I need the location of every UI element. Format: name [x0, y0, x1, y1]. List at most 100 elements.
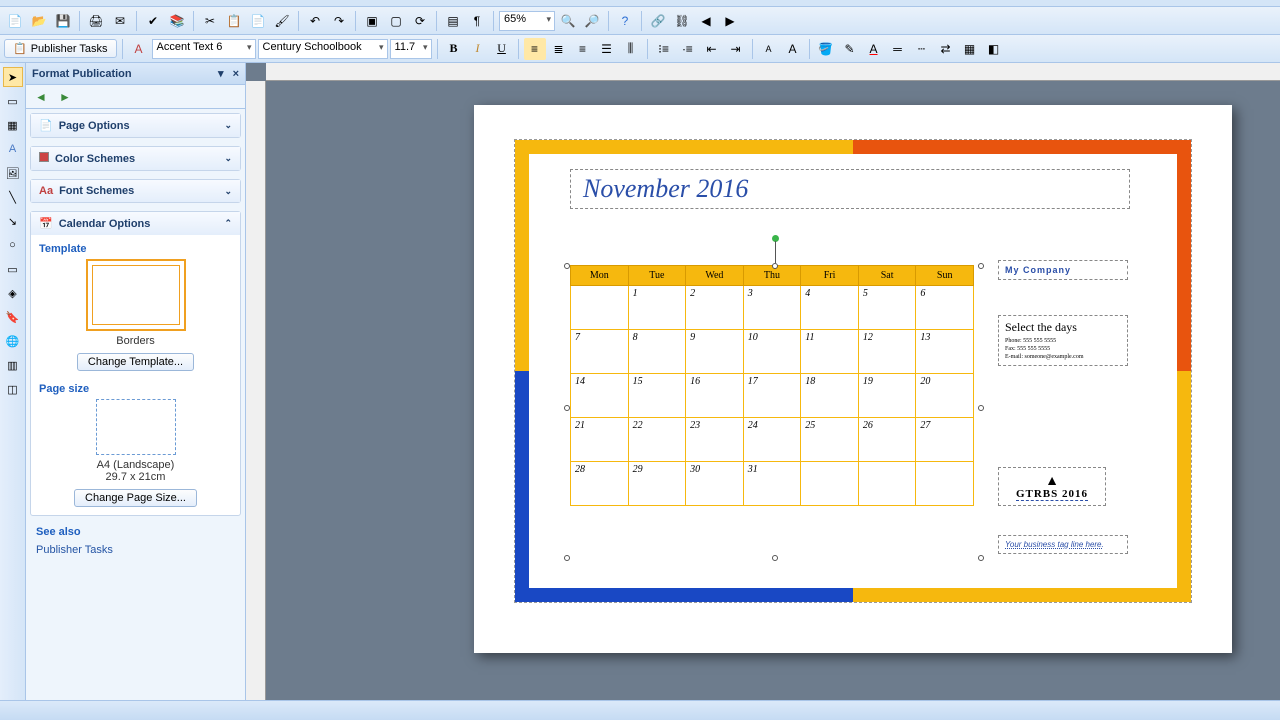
send-back-icon[interactable]: ▢	[385, 10, 407, 32]
selection-handle[interactable]	[564, 555, 570, 561]
calendar-cell[interactable]	[916, 462, 974, 506]
calendar-cell[interactable]: 30	[686, 462, 744, 506]
underline-button[interactable]: U	[491, 38, 513, 60]
calendar-cell[interactable]: 26	[858, 418, 916, 462]
calendar-cell[interactable]: 6	[916, 286, 974, 330]
research-icon[interactable]: 📚	[166, 10, 188, 32]
item-icon[interactable]: ◫	[3, 379, 23, 399]
calendar-cell[interactable]: 1	[628, 286, 686, 330]
calendar-cell[interactable]: 9	[686, 330, 744, 374]
calendar-cell[interactable]	[801, 462, 859, 506]
arrow-style-icon[interactable]: ⇄	[935, 38, 957, 60]
calendar-cell[interactable]: 17	[743, 374, 801, 418]
change-pagesize-button[interactable]: Change Page Size...	[74, 489, 197, 507]
calendar-table[interactable]: MonTueWedThuFriSatSun 123456789101112131…	[570, 265, 974, 506]
open-icon[interactable]: 📂	[28, 10, 50, 32]
distribute-icon[interactable]: ⫼	[620, 38, 642, 60]
calendar-cell[interactable]: 11	[801, 330, 859, 374]
selection-handle[interactable]	[978, 555, 984, 561]
pagesize-thumbnail[interactable]	[96, 399, 176, 455]
next-textbox-icon[interactable]: ▶	[719, 10, 741, 32]
prev-textbox-icon[interactable]: ◀	[695, 10, 717, 32]
line-icon[interactable]: ╲	[3, 187, 23, 207]
styles-icon[interactable]: A	[128, 38, 150, 60]
calendar-cell[interactable]: 10	[743, 330, 801, 374]
align-left-icon[interactable]: ≡	[524, 38, 546, 60]
bullets-icon[interactable]: ∙≡	[677, 38, 699, 60]
font-color-icon[interactable]: A	[863, 38, 885, 60]
spell-icon[interactable]: ✔	[142, 10, 164, 32]
break-link-icon[interactable]: ⛓	[671, 10, 693, 32]
publisher-tasks-link[interactable]: Publisher Tasks	[36, 542, 235, 558]
calendar-cell[interactable]: 29	[628, 462, 686, 506]
calendar-cell[interactable]: 18	[801, 374, 859, 418]
font-schemes-section[interactable]: Aa Font Schemes ⌄	[30, 179, 241, 203]
redo-icon[interactable]: ↷	[328, 10, 350, 32]
change-template-button[interactable]: Change Template...	[77, 353, 194, 371]
dec-indent-icon[interactable]: ⇤	[701, 38, 723, 60]
selection-handle[interactable]	[564, 405, 570, 411]
inc-indent-icon[interactable]: ⇥	[725, 38, 747, 60]
calendar-cell[interactable]: 22	[628, 418, 686, 462]
inc-font-icon[interactable]: A	[782, 38, 804, 60]
columns-icon[interactable]: ▤	[442, 10, 464, 32]
bring-front-icon[interactable]: ▣	[361, 10, 383, 32]
picture-icon[interactable]: 🖼	[3, 163, 23, 183]
autoshapes-icon[interactable]: ◈	[3, 283, 23, 303]
bold-button[interactable]: B	[443, 38, 465, 60]
fill-color-icon[interactable]: 🪣	[815, 38, 837, 60]
dec-font-icon[interactable]: A	[758, 38, 780, 60]
shadow-icon[interactable]: ▦	[959, 38, 981, 60]
nav-fwd-icon[interactable]: ►	[54, 86, 76, 108]
calendar-cell[interactable]: 24	[743, 418, 801, 462]
fontsize-combo[interactable]: 11.7	[390, 39, 432, 59]
calendar-cell[interactable]: 16	[686, 374, 744, 418]
calendar-cell[interactable]: 13	[916, 330, 974, 374]
align-right-icon[interactable]: ≡	[572, 38, 594, 60]
3d-icon[interactable]: ◧	[983, 38, 1005, 60]
calendar-cell[interactable]: 8	[628, 330, 686, 374]
publication-page[interactable]: November 2016 MonTueWedThuFriSatSun 1234…	[474, 105, 1232, 653]
paste-icon[interactable]: 📄	[247, 10, 269, 32]
color-schemes-section[interactable]: Color Schemes ⌄	[30, 146, 241, 171]
save-icon[interactable]: 💾	[52, 10, 74, 32]
calendar-title-box[interactable]: November 2016	[570, 169, 1130, 209]
arrow-icon[interactable]: ↘	[3, 211, 23, 231]
template-thumbnail[interactable]	[86, 259, 186, 331]
calendar-cell[interactable]: 25	[801, 418, 859, 462]
calendar-cell[interactable]: 20	[916, 374, 974, 418]
calendar-cell[interactable]: 3	[743, 286, 801, 330]
wordart-icon[interactable]: A	[3, 139, 23, 159]
zoom-out-icon[interactable]: 🔍	[557, 10, 579, 32]
table-icon[interactable]: ▦	[3, 115, 23, 135]
calendar-cell[interactable]: 21	[571, 418, 629, 462]
line-style-icon[interactable]: ═	[887, 38, 909, 60]
italic-button[interactable]: I	[467, 38, 489, 60]
calendar-cell[interactable]: 4	[801, 286, 859, 330]
calendar-cell[interactable]: 2	[686, 286, 744, 330]
design-gallery-icon[interactable]: ▥	[3, 355, 23, 375]
zoom-in-icon[interactable]: 🔎	[581, 10, 603, 32]
pointer-icon[interactable]: ➤	[3, 67, 23, 87]
calendar-cell[interactable]: 19	[858, 374, 916, 418]
calendar-cell[interactable]	[571, 286, 629, 330]
selection-handle[interactable]	[772, 555, 778, 561]
logo-box[interactable]: ▲ GTRBS 2016	[998, 467, 1106, 506]
font-combo[interactable]: Century Schoolbook	[258, 39, 388, 59]
page-options-section[interactable]: 📄 Page Options ⌄	[30, 113, 241, 138]
bookmark-icon[interactable]: 🔖	[3, 307, 23, 327]
help-icon[interactable]: ?	[614, 10, 636, 32]
publisher-tasks-button[interactable]: 📋 Publisher Tasks	[4, 39, 117, 58]
numbering-icon[interactable]: ⁝≡	[653, 38, 675, 60]
align-center-icon[interactable]: ≣	[548, 38, 570, 60]
line-color-icon[interactable]: ✎	[839, 38, 861, 60]
calendar-cell[interactable]: 15	[628, 374, 686, 418]
undo-icon[interactable]: ↶	[304, 10, 326, 32]
calendar-cell[interactable]: 23	[686, 418, 744, 462]
selection-handle[interactable]	[978, 263, 984, 269]
new-icon[interactable]: 📄	[4, 10, 26, 32]
webtools-icon[interactable]: 🌐	[3, 331, 23, 351]
company-name-box[interactable]: My Company	[998, 260, 1128, 280]
zoom-combo[interactable]: 65%	[499, 11, 555, 31]
calendar-cell[interactable]	[858, 462, 916, 506]
